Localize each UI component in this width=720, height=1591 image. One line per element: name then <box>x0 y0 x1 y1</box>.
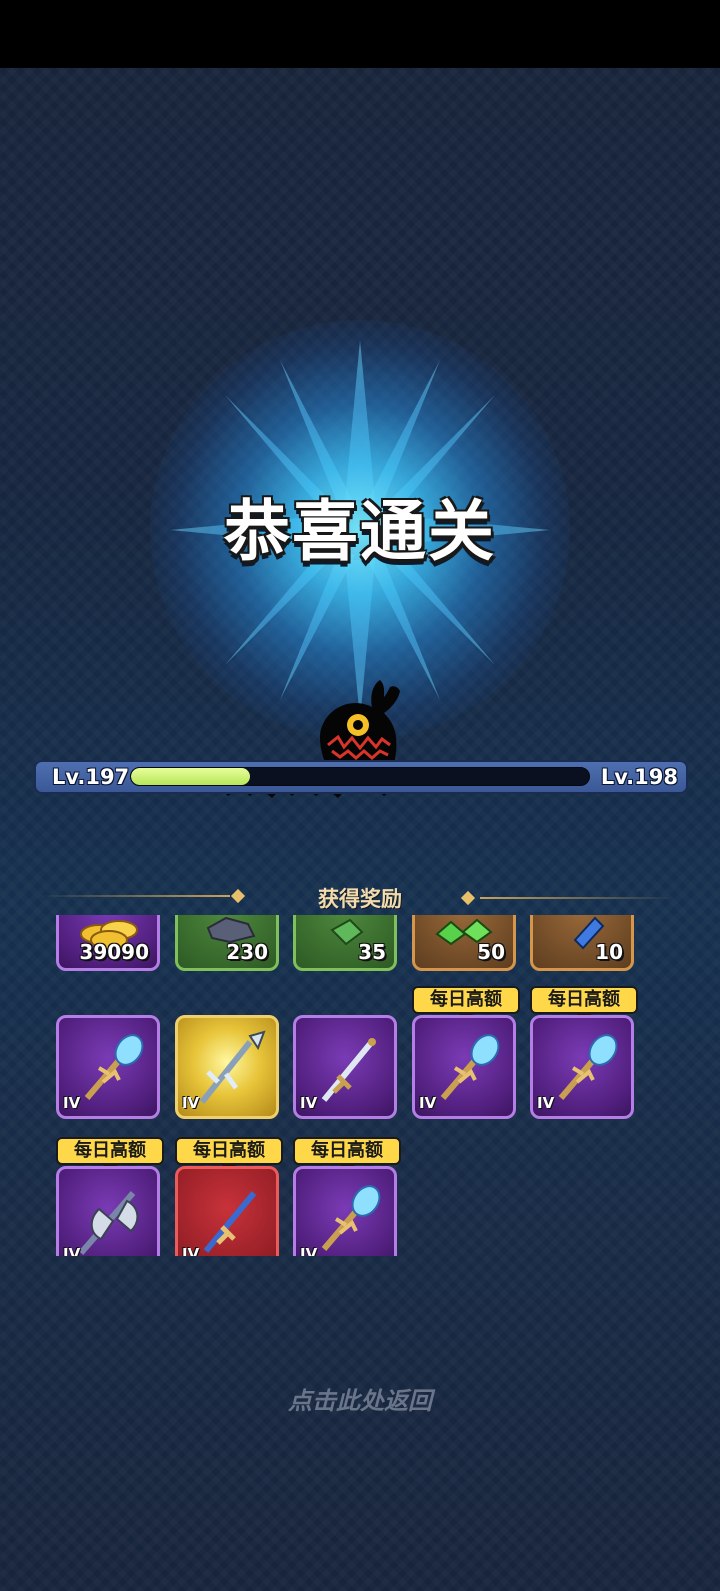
reward-item-crystal[interactable]: 35 <box>293 915 397 971</box>
tap-to-return-button[interactable]: 点击此处返回 <box>0 1381 720 1416</box>
item-tier: IV <box>419 1094 437 1112</box>
item-tier: IV <box>182 1245 200 1256</box>
item-tier: IV <box>63 1094 81 1112</box>
reward-qty: 230 <box>226 940 268 964</box>
daily-bonus-badge: 每日高额 <box>175 1137 283 1173</box>
reward-item-blue-gem[interactable]: 10 <box>530 915 634 971</box>
reward-item-staff[interactable]: IV <box>56 1015 160 1119</box>
item-tier: IV <box>300 1245 318 1256</box>
reward-item-sword[interactable]: IV <box>293 1015 397 1119</box>
reward-qty: 35 <box>358 940 386 964</box>
item-tier: IV <box>182 1094 200 1112</box>
reward-item-axe[interactable]: IV <box>56 1166 160 1256</box>
reward-qty: 10 <box>595 940 623 964</box>
reward-item-staff[interactable]: IV <box>412 1015 516 1119</box>
reward-qty: 50 <box>477 940 505 964</box>
reward-item-staff[interactable]: IV <box>293 1166 397 1256</box>
battle-axe-icon <box>78 1191 139 1255</box>
item-tier: IV <box>537 1094 555 1112</box>
item-tier: IV <box>300 1094 318 1112</box>
daily-bonus-badge: 每日高额 <box>530 986 638 1022</box>
reward-grid: 39090 230 35 50 10 每日高额 每日高额 IV IV IV IV… <box>0 0 720 1591</box>
reward-qty: 39090 <box>79 940 149 964</box>
daily-bonus-badge: 每日高额 <box>56 1137 164 1173</box>
crystal-staff-icon <box>321 1185 381 1251</box>
reward-item-ore[interactable]: 230 <box>175 915 279 971</box>
reward-row-3: IV IV IV <box>0 1166 720 1256</box>
reward-item-gold[interactable]: 39090 <box>56 915 160 971</box>
daily-bonus-badge: 每日高额 <box>293 1137 401 1173</box>
resource-row: 39090 230 35 50 10 <box>0 915 720 975</box>
reward-item-gems[interactable]: 50 <box>412 915 516 971</box>
reward-item-blue-sword[interactable]: IV <box>175 1166 279 1256</box>
reward-item-staff[interactable]: IV <box>530 1015 634 1119</box>
daily-bonus-badge: 每日高额 <box>412 986 520 1022</box>
item-tier: IV <box>63 1245 81 1256</box>
blue-sword-icon <box>203 1191 257 1253</box>
reward-item-spear[interactable]: IV <box>175 1015 279 1119</box>
